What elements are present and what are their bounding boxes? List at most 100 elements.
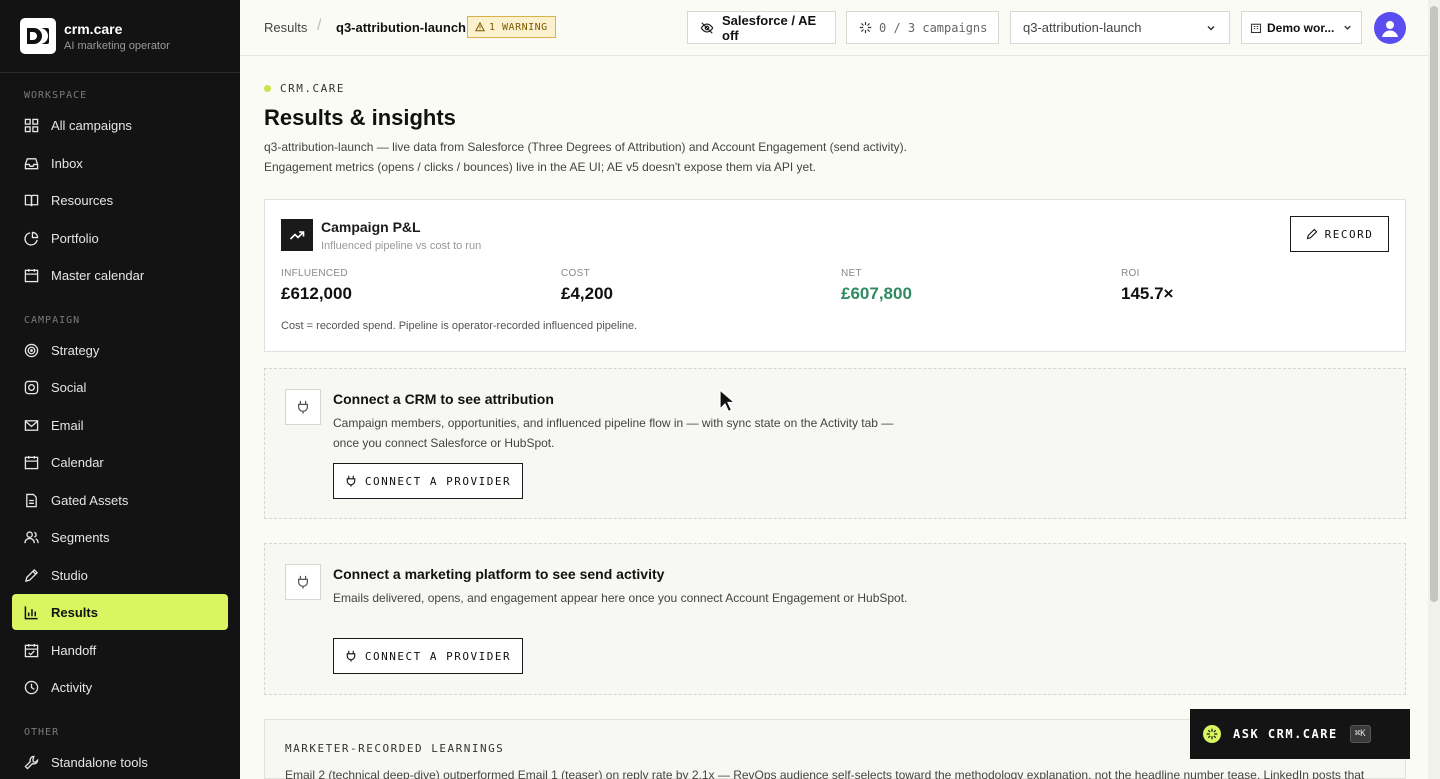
breadcrumb-results[interactable]: Results [264,20,307,35]
brand-name: crm.care [64,20,123,37]
metric-roi: ROI 145.7× [1121,268,1173,304]
learnings-body: Email 2 (technical deep-dive) outperform… [285,768,1365,779]
sidebar-item-strategy[interactable]: Strategy [12,332,228,368]
activity-icon [24,680,39,694]
campaign-count-label: 0 / 3 campaigns [879,20,988,35]
avatar[interactable] [1374,12,1406,44]
file-icon [26,493,37,507]
sidebar-item-label: Segments [51,529,110,545]
connect-provider-label: CONNECT A PROVIDER [364,474,512,488]
sidebar-item-label: Resources [51,192,114,208]
breadcrumb-separator: / [317,17,322,34]
sparkle-icon [1203,725,1221,743]
integration-status-label: Salesforce / AE off [722,12,817,43]
handoff-icon [24,643,39,657]
page-title: Results & insights [264,105,456,130]
sidebar-item-master-calendar[interactable]: Master calendar [12,257,228,293]
page-eyebrow: CRM.CARE [264,82,345,95]
sidebar-item-label: Inbox [51,155,83,171]
workspace-select[interactable]: Demo wor... [1241,11,1362,44]
sidebar-item-standalone-tools[interactable]: Standalone tools [12,744,228,779]
record-button-label: RECORD [1324,227,1374,241]
topbar: Results / q3-attribution-launch 1 WARNIN… [240,0,1428,56]
ask-crm-care-label: ASK CRM.CARE [1233,727,1338,741]
page-eyebrow-label: CRM.CARE [280,82,345,95]
page-description: q3-attribution-launch — live data from S… [264,137,964,177]
sidebar-item-inbox[interactable]: Inbox [12,145,228,181]
page-description-line-2: Engagement metrics (opens / clicks / bou… [264,160,816,174]
campaign-count-button[interactable]: 0 / 3 campaigns [846,11,999,44]
sidebar-item-gated-assets[interactable]: Gated Assets [12,482,228,518]
building-icon [1250,23,1262,33]
sidebar-item-social[interactable]: Social [12,369,228,405]
scrollbar-thumb[interactable] [1430,6,1438,602]
metric-label: ROI [1121,268,1140,279]
connect-provider-label: CONNECT A PROVIDER [364,649,512,663]
sidebar-item-label: Email [51,417,84,433]
sparkle-icon [859,21,872,34]
sidebar-item-label: Studio [51,567,88,583]
chevron-down-icon [1207,25,1215,31]
sidebar-item-segments[interactable]: Segments [12,519,228,555]
campaign-select[interactable]: q3-attribution-launch [1010,11,1230,44]
status-dot-icon [264,85,271,92]
metric-label: INFLUENCED [281,268,348,279]
pl-card-note: Cost = recorded spend. Pipeline is opera… [281,320,638,332]
metric-influenced: INFLUENCED £612,000 [281,268,352,304]
eye-off-icon [700,21,714,34]
plug-icon [285,389,321,425]
warning-badge[interactable]: 1 WARNING [467,16,556,38]
brand[interactable]: crm.care AI marketing operator [0,0,240,73]
sidebar-item-email[interactable]: Email [12,407,228,443]
section-label-other: OTHER [24,727,60,738]
plug-icon [346,475,356,487]
user-icon [1382,21,1398,37]
ask-crm-care-button[interactable]: ASK CRM.CARE ⌘K [1190,709,1410,759]
metric-value: £612,000 [281,284,352,303]
pie-chart-icon [24,231,39,246]
sidebar-item-label: Strategy [51,342,100,358]
sidebar-item-results[interactable]: Results [12,594,228,630]
book-icon [24,194,39,206]
warning-icon [475,22,485,32]
warning-badge-label: 1 WARNING [489,21,548,33]
sidebar-item-label: Standalone tools [51,754,148,770]
sidebar-item-label: Gated Assets [51,492,129,508]
sidebar-item-studio[interactable]: Studio [12,557,228,593]
section-label-campaign: CAMPAIGN [24,315,81,326]
mail-icon [24,419,39,431]
sidebar-item-label: Master calendar [51,267,145,283]
users-icon [24,530,39,543]
calendar-icon [24,455,39,469]
trending-up-icon [281,219,313,251]
metric-label: NET [841,268,862,279]
sidebar-item-all-campaigns[interactable]: All campaigns [12,107,228,143]
record-button[interactable]: RECORD [1290,216,1389,252]
integration-status-button[interactable]: Salesforce / AE off [687,11,836,44]
pen-icon [24,568,39,582]
sidebar: crm.care AI marketing operator WORKSPACE… [0,0,240,779]
metric-value: £4,200 [561,284,613,303]
sidebar-item-resources[interactable]: Resources [12,182,228,218]
learnings-title: MARKETER-RECORDED LEARNINGS [285,742,505,755]
inbox-icon [24,157,39,169]
metric-value: 145.7× [1121,284,1174,303]
sidebar-item-label: Social [51,379,87,395]
connect-marketing-provider-button[interactable]: CONNECT A PROVIDER [333,638,523,674]
pl-card-title: Campaign P&L [321,219,421,235]
sidebar-item-activity[interactable]: Activity [12,669,228,705]
breadcrumb-current: q3-attribution-launch [336,20,466,35]
social-icon [24,380,39,394]
connect-marketing-body: Emails delivered, opens, and engagement … [333,591,908,605]
sidebar-item-label: Portfolio [51,230,99,246]
sidebar-item-portfolio[interactable]: Portfolio [12,220,228,256]
grid-icon [24,118,39,132]
sidebar-item-calendar[interactable]: Calendar [12,444,228,480]
sidebar-item-label: Handoff [51,642,97,658]
sidebar-item-handoff[interactable]: Handoff [12,632,228,668]
metric-value: £607,800 [841,284,912,303]
chevron-down-icon [1344,25,1351,30]
page-description-line-1: q3-attribution-launch — live data from S… [264,140,907,154]
workspace-select-value: Demo wor... [1267,20,1335,35]
connect-crm-provider-button[interactable]: CONNECT A PROVIDER [333,463,523,499]
